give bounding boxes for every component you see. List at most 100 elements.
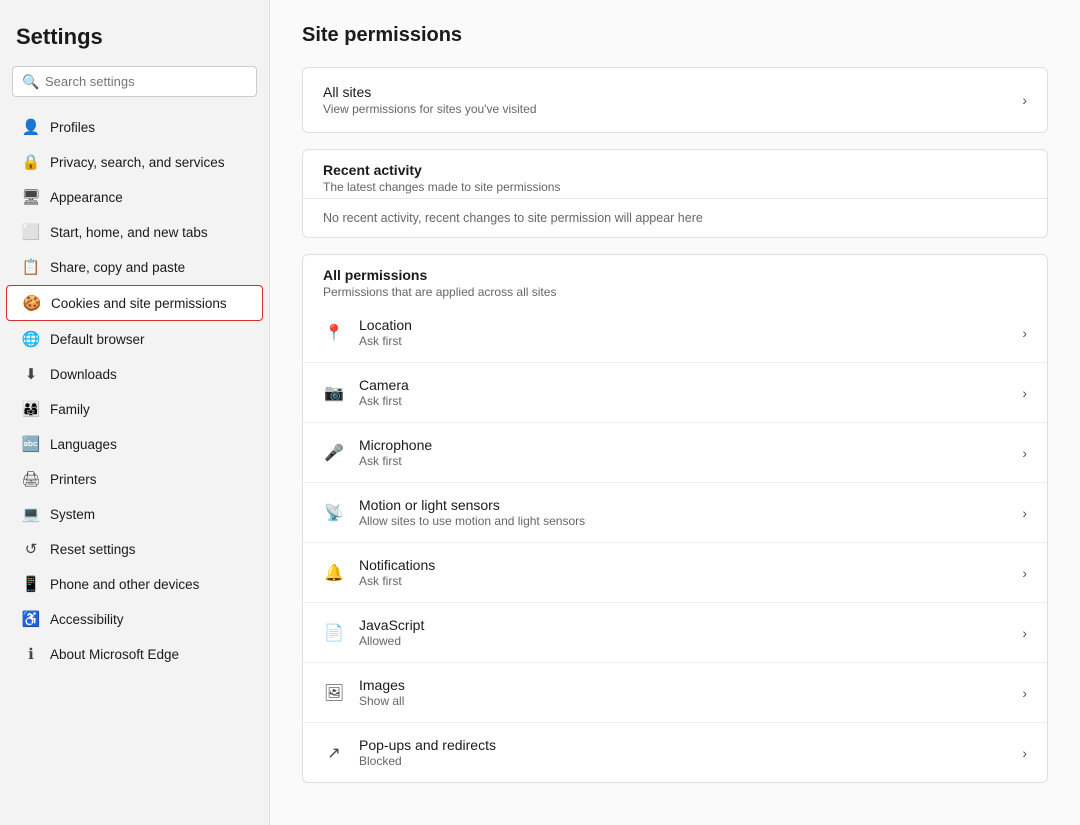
permissions-list: 📍LocationAsk first›📷CameraAsk first›🎤Mic… xyxy=(303,303,1047,782)
sidebar-item-family[interactable]: 👨‍👩‍👧 Family xyxy=(6,392,263,426)
search-icon: 🔍 xyxy=(22,73,39,90)
sidebar-item-about[interactable]: ℹ About Microsoft Edge xyxy=(6,637,263,671)
sidebar-item-privacy[interactable]: 🔒 Privacy, search, and services xyxy=(6,145,263,179)
start-home-icon: ⬜ xyxy=(22,223,40,241)
notifications-chevron: › xyxy=(1022,565,1027,581)
all-permissions-subtitle: Permissions that are applied across all … xyxy=(323,285,1027,299)
sidebar-item-downloads[interactable]: ⬇Downloads xyxy=(6,357,263,391)
perm-title-popups: Pop-ups and redirects xyxy=(359,737,496,753)
perm-title-microphone: Microphone xyxy=(359,437,432,453)
search-container: 🔍 xyxy=(12,66,257,97)
sidebar-item-cookies[interactable]: 🍪Cookies and site permissions xyxy=(6,285,263,321)
page-title: Site permissions xyxy=(302,24,1048,47)
family-icon: 👨‍👩‍👧 xyxy=(22,400,40,418)
sidebar: Settings 🔍 👤Profiles 🔒 Privacy, search, an… xyxy=(0,0,270,825)
search-input[interactable] xyxy=(12,66,257,97)
languages-icon: 🔤 xyxy=(22,435,40,453)
perm-sub-popups: Blocked xyxy=(359,754,496,768)
all-sites-chevron: › xyxy=(1022,92,1027,108)
perm-sub-motion-sensors: Allow sites to use motion and light sens… xyxy=(359,514,585,528)
printers-icon: 🖨 xyxy=(22,470,40,488)
perm-sub-camera: Ask first xyxy=(359,394,409,408)
perm-row-microphone[interactable]: 🎤 MicrophoneAsk first › xyxy=(303,423,1047,483)
sidebar-item-label-start-home: Start, home, and new tabs xyxy=(50,225,208,240)
popups-chevron: › xyxy=(1022,745,1027,761)
perm-left-notifications: 🔔NotificationsAsk first xyxy=(323,557,435,588)
privacy-icon: 🔒 xyxy=(22,153,40,171)
perm-left-location: 📍 LocationAsk first xyxy=(323,317,412,348)
default-browser-icon: 🌐 xyxy=(22,330,40,348)
phone-icon: 📱 xyxy=(22,575,40,593)
sidebar-item-label-downloads: Downloads xyxy=(50,367,117,382)
sidebar-item-system[interactable]: 💻System xyxy=(6,497,263,531)
sidebar-item-start-home[interactable]: ⬜ Start, home, and new tabs xyxy=(6,215,263,249)
profiles-icon: 👤 xyxy=(22,118,40,136)
appearance-icon: 🖥 xyxy=(22,188,40,206)
images-icon: 🖼 xyxy=(323,682,345,704)
all-permissions-title: All permissions xyxy=(323,267,1027,283)
sidebar-item-label-appearance: Appearance xyxy=(50,190,123,205)
perm-row-motion-sensors[interactable]: 📡Motion or light sensorsAllow sites to u… xyxy=(303,483,1047,543)
all-sites-text: All sites View permissions for sites you… xyxy=(323,84,537,116)
perm-text-motion-sensors: Motion or light sensorsAllow sites to us… xyxy=(359,497,585,528)
about-icon: ℹ xyxy=(22,645,40,663)
perm-row-javascript[interactable]: 📄 JavaScriptAllowed › xyxy=(303,603,1047,663)
all-permissions-header: All permissions Permissions that are app… xyxy=(303,255,1047,303)
microphone-icon: 🎤 xyxy=(323,442,345,464)
perm-title-motion-sensors: Motion or light sensors xyxy=(359,497,585,513)
perm-row-camera[interactable]: 📷CameraAsk first› xyxy=(303,363,1047,423)
sidebar-item-languages[interactable]: 🔤Languages xyxy=(6,427,263,461)
images-chevron: › xyxy=(1022,685,1027,701)
sidebar-item-accessibility[interactable]: ♿Accessibility xyxy=(6,602,263,636)
perm-row-images[interactable]: 🖼ImagesShow all › xyxy=(303,663,1047,723)
perm-sub-javascript: Allowed xyxy=(359,634,424,648)
sidebar-item-label-cookies: Cookies and site permissions xyxy=(51,296,227,311)
location-chevron: › xyxy=(1022,325,1027,341)
sidebar-item-label-default-browser: Default browser xyxy=(50,332,145,347)
sidebar-item-label-printers: Printers xyxy=(50,472,97,487)
all-sites-card: All sites View permissions for sites you… xyxy=(302,67,1048,133)
perm-text-camera: CameraAsk first xyxy=(359,377,409,408)
sidebar-item-label-privacy: Privacy, search, and services xyxy=(50,155,225,170)
sidebar-item-share-copy[interactable]: 📋Share, copy and paste xyxy=(6,250,263,284)
all-sites-subtitle: View permissions for sites you've visite… xyxy=(323,102,537,116)
sidebar-item-label-family: Family xyxy=(50,402,90,417)
perm-text-location: LocationAsk first xyxy=(359,317,412,348)
main-content: Site permissions All sites View permissi… xyxy=(270,0,1080,825)
nav-list: 👤Profiles 🔒 Privacy, search, and services 🖥… xyxy=(0,109,269,672)
perm-title-javascript: JavaScript xyxy=(359,617,424,633)
microphone-chevron: › xyxy=(1022,445,1027,461)
all-permissions-card: All permissions Permissions that are app… xyxy=(302,254,1048,783)
javascript-icon: 📄 xyxy=(323,622,345,644)
sidebar-item-phone[interactable]: 📱Phone and other devices xyxy=(6,567,263,601)
recent-activity-card: Recent activity The latest changes made … xyxy=(302,149,1048,238)
notifications-icon: 🔔 xyxy=(323,562,345,584)
sidebar-item-appearance[interactable]: 🖥 Appearance xyxy=(6,180,263,214)
javascript-chevron: › xyxy=(1022,625,1027,641)
perm-left-motion-sensors: 📡Motion or light sensorsAllow sites to u… xyxy=(323,497,585,528)
perm-left-camera: 📷CameraAsk first xyxy=(323,377,409,408)
recent-activity-header: Recent activity The latest changes made … xyxy=(303,150,1047,198)
perm-title-location: Location xyxy=(359,317,412,333)
perm-text-javascript: JavaScriptAllowed xyxy=(359,617,424,648)
perm-row-location[interactable]: 📍 LocationAsk first › xyxy=(303,303,1047,363)
sidebar-item-label-about: About Microsoft Edge xyxy=(50,647,179,662)
sidebar-item-printers[interactable]: 🖨 Printers xyxy=(6,462,263,496)
all-sites-row[interactable]: All sites View permissions for sites you… xyxy=(303,68,1047,132)
perm-left-images: 🖼ImagesShow all xyxy=(323,677,405,708)
perm-left-popups: ↗ Pop-ups and redirectsBlocked xyxy=(323,737,496,768)
sidebar-item-reset[interactable]: ↺Reset settings xyxy=(6,532,263,566)
recent-activity-subtitle: The latest changes made to site permissi… xyxy=(323,180,1027,194)
perm-sub-notifications: Ask first xyxy=(359,574,435,588)
sidebar-item-profiles[interactable]: 👤Profiles xyxy=(6,110,263,144)
all-sites-title: All sites xyxy=(323,84,537,100)
popups-icon: ↗ xyxy=(323,742,345,764)
sidebar-item-default-browser[interactable]: 🌐 Default browser xyxy=(6,322,263,356)
sidebar-title: Settings xyxy=(0,16,269,66)
perm-left-javascript: 📄 JavaScriptAllowed xyxy=(323,617,424,648)
perm-row-popups[interactable]: ↗ Pop-ups and redirectsBlocked › xyxy=(303,723,1047,782)
perm-row-notifications[interactable]: 🔔NotificationsAsk first › xyxy=(303,543,1047,603)
perm-sub-microphone: Ask first xyxy=(359,454,432,468)
recent-activity-empty: No recent activity, recent changes to si… xyxy=(303,198,1047,237)
location-icon: 📍 xyxy=(323,322,345,344)
